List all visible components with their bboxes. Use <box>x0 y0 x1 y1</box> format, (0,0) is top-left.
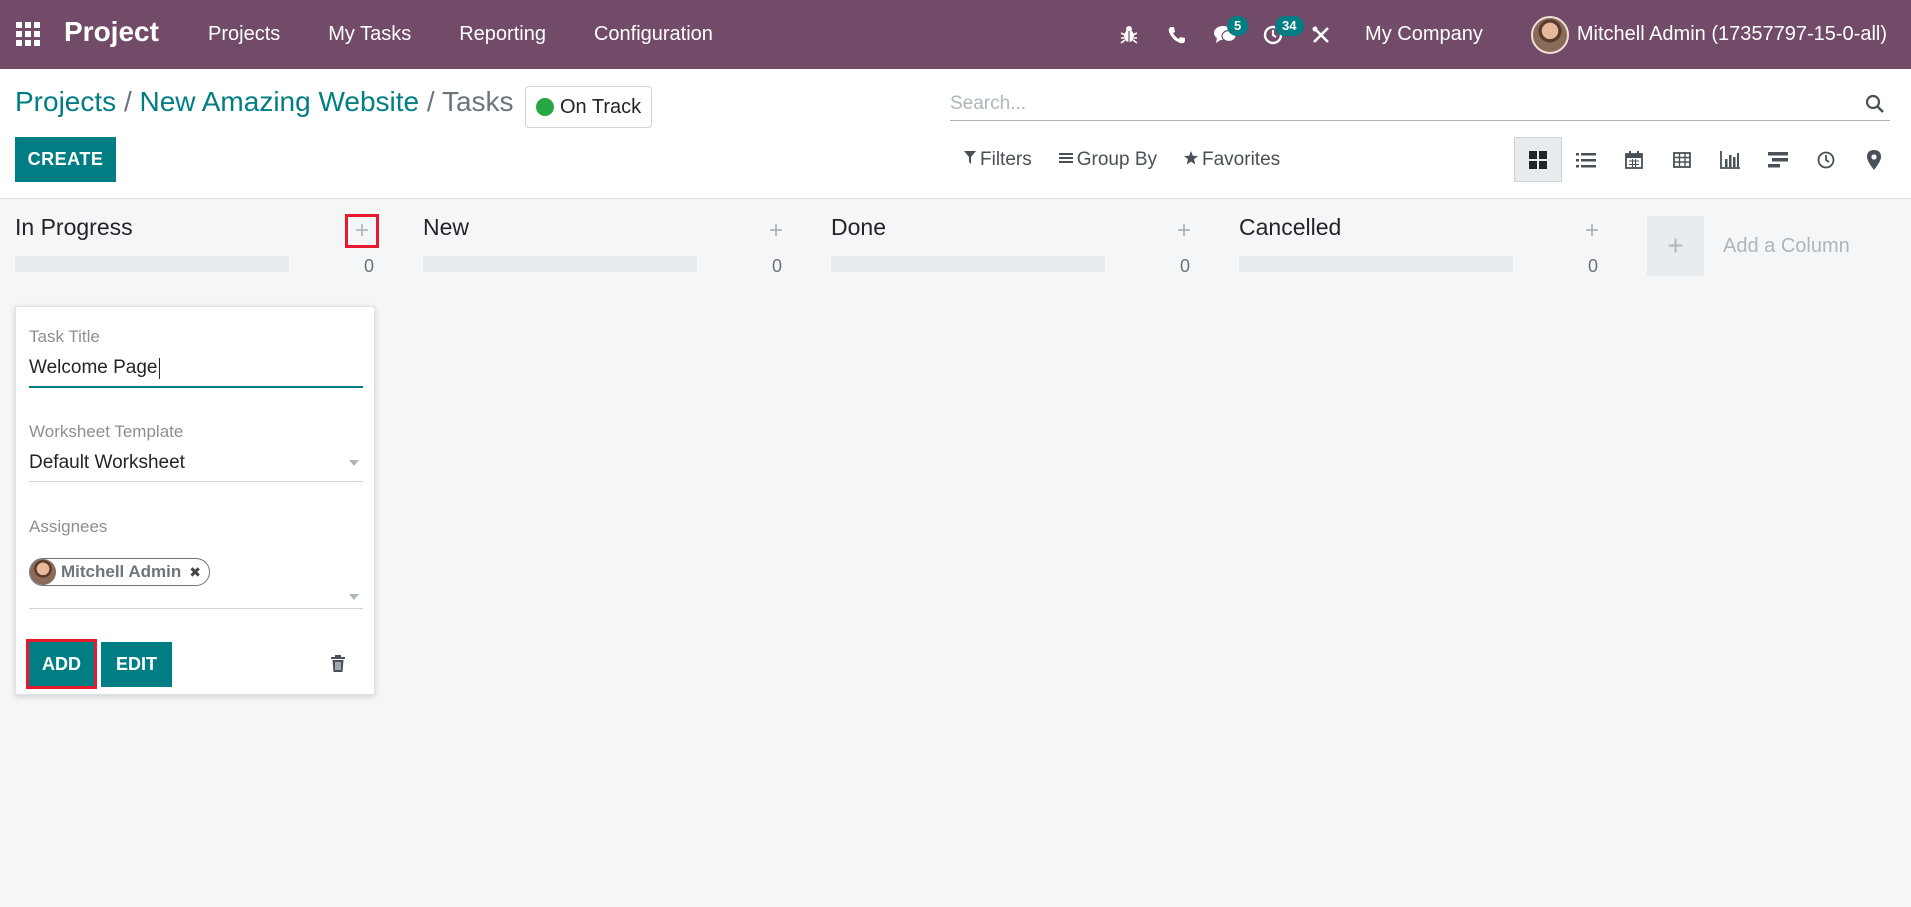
phone-icon[interactable] <box>1153 0 1201 69</box>
trash-icon[interactable] <box>330 655 350 675</box>
app-brand[interactable]: Project <box>64 16 159 48</box>
column-quick-add-icon[interactable]: + <box>759 214 793 248</box>
tools-icon[interactable] <box>1297 0 1345 69</box>
column-progress-bar <box>831 256 1105 272</box>
add-button[interactable]: ADD <box>26 639 97 689</box>
menu-item-reporting[interactable]: Reporting <box>435 0 570 69</box>
graph-view-icon[interactable] <box>1706 137 1754 182</box>
view-switcher <box>1514 137 1898 182</box>
favorites-label: Favorites <box>1202 149 1281 170</box>
breadcrumb-separator: / <box>426 86 435 117</box>
activity-view-icon[interactable] <box>1802 137 1850 182</box>
column-quick-add-icon[interactable]: + <box>345 214 379 248</box>
user-name: Mitchell Admin (17357797-15-0-all) <box>1576 23 1887 45</box>
breadcrumb: Projects / New Amazing Website / Tasks <box>15 86 514 118</box>
breadcrumb-separator: / <box>123 86 132 117</box>
worksheet-template-select[interactable]: Default Worksheet <box>29 444 363 482</box>
column-progress-bar <box>1239 256 1513 272</box>
task-title-label: Task Title <box>29 327 100 346</box>
menu-item-configuration[interactable]: Configuration <box>570 0 737 69</box>
dropdown-caret-icon <box>349 594 359 600</box>
dropdown-caret-icon <box>349 460 359 466</box>
top-navbar: Project Projects My Tasks Reporting Conf… <box>0 0 1911 69</box>
status-dot-icon <box>536 98 554 116</box>
map-view-icon[interactable] <box>1850 137 1898 182</box>
favorites-dropdown[interactable]: Favorites <box>1184 149 1280 171</box>
filter-icon <box>964 150 976 170</box>
group-by-label: Group By <box>1076 149 1157 170</box>
column-progress-bar <box>423 256 697 272</box>
task-title-field[interactable]: Welcome Page <box>29 350 363 388</box>
apps-menu-icon[interactable] <box>14 20 42 48</box>
column-count: 0 <box>364 256 375 276</box>
filters-dropdown[interactable]: Filters <box>964 149 1032 171</box>
column-title[interactable]: Done <box>831 214 886 241</box>
list-view-icon[interactable] <box>1562 137 1610 182</box>
main-menu: Projects My Tasks Reporting Configuratio… <box>184 0 737 69</box>
column-quick-add-icon[interactable]: + <box>1575 214 1609 248</box>
column-title[interactable]: New <box>423 214 469 241</box>
edit-button[interactable]: EDIT <box>101 642 172 687</box>
assignees-label: Assignees <box>29 517 108 536</box>
add-column-button[interactable]: + Add a Column <box>1647 216 1850 276</box>
search-input[interactable] <box>950 92 1860 115</box>
project-status-button[interactable]: On Track <box>525 86 653 128</box>
assignees-input[interactable] <box>29 589 363 609</box>
group-by-dropdown[interactable]: Group By <box>1058 149 1157 171</box>
user-menu[interactable]: Mitchell Admin (17357797-15-0-all) <box>1530 15 1911 54</box>
breadcrumb-project-name[interactable]: New Amazing Website <box>140 86 420 117</box>
search-icon[interactable] <box>1860 89 1890 119</box>
breadcrumb-projects[interactable]: Projects <box>15 86 116 117</box>
search-bar <box>950 87 1890 121</box>
activities-clock-icon[interactable]: 34 <box>1249 0 1304 69</box>
column-progress-bar <box>15 256 289 272</box>
gantt-view-icon[interactable] <box>1754 137 1802 182</box>
worksheet-template-value: Default Worksheet <box>29 451 185 473</box>
group-by-icon <box>1058 151 1073 169</box>
create-button[interactable]: CREATE <box>15 137 116 182</box>
column-count: 0 <box>1588 256 1599 276</box>
project-status-label: On Track <box>560 95 642 118</box>
remove-tag-icon[interactable]: ✖ <box>189 564 201 581</box>
column-count: 0 <box>772 256 783 276</box>
star-icon <box>1184 150 1198 170</box>
assignee-avatar <box>30 559 56 585</box>
messages-icon[interactable]: 5 <box>1201 0 1249 69</box>
systray: 5 34 My Company Mitchell Admin (17357797… <box>1105 0 1911 69</box>
debug-bug-icon[interactable] <box>1105 0 1153 69</box>
column-title[interactable]: Cancelled <box>1239 214 1341 241</box>
breadcrumb-current-tasks: Tasks <box>441 86 514 117</box>
quick-create-card: Task Title Welcome Page Worksheet Templa… <box>15 306 375 695</box>
column-title[interactable]: In Progress <box>15 214 133 241</box>
calendar-view-icon[interactable] <box>1610 137 1658 182</box>
add-column-label: Add a Column <box>1723 234 1850 257</box>
company-switcher[interactable]: My Company <box>1345 23 1531 46</box>
assignee-name: Mitchell Admin <box>61 562 182 581</box>
search-options: Filters Group By Favorites <box>964 149 1307 171</box>
column-count: 0 <box>1180 256 1191 276</box>
text-cursor <box>158 357 160 379</box>
plus-icon: + <box>1647 216 1704 276</box>
kanban-view-icon[interactable] <box>1514 137 1562 182</box>
worksheet-template-label: Worksheet Template <box>29 422 184 441</box>
menu-item-projects[interactable]: Projects <box>184 0 304 69</box>
column-quick-add-icon[interactable]: + <box>1167 214 1201 248</box>
messages-count-badge: 5 <box>1227 16 1249 36</box>
menu-item-my-tasks[interactable]: My Tasks <box>304 0 435 69</box>
assignee-tag: Mitchell Admin ✖ <box>29 558 210 586</box>
pivot-view-icon[interactable] <box>1658 137 1706 182</box>
kanban-board: In Progress + 0 New + 0 Done + 0 Cancell… <box>0 200 1911 907</box>
task-title-value: Welcome Page <box>29 357 158 378</box>
filters-label: Filters <box>980 149 1032 170</box>
user-avatar <box>1530 15 1569 54</box>
control-panel: Projects / New Amazing Website / Tasks O… <box>0 69 1911 199</box>
